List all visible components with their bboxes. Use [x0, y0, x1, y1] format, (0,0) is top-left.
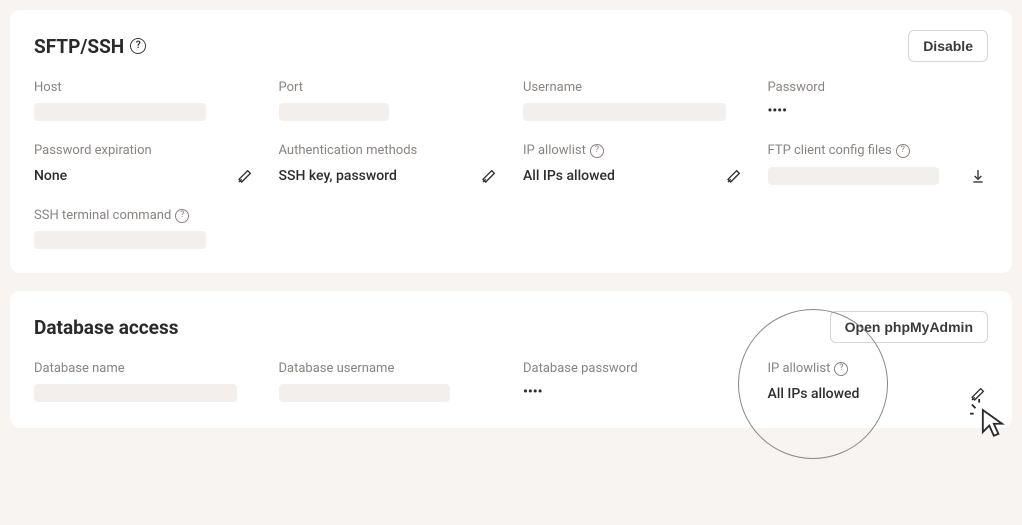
db-username-label: Database username — [279, 361, 500, 376]
host-value — [34, 103, 206, 121]
ftp-config-field: FTP client config files ? — [768, 143, 989, 186]
edit-db-ip-allowlist-button[interactable] — [968, 384, 988, 404]
sftp-fields-grid: Host Port Username Password •••• Passwor… — [34, 80, 988, 249]
port-value — [279, 103, 389, 121]
download-ftp-config-button[interactable] — [968, 166, 988, 186]
edit-auth-methods-button[interactable] — [479, 166, 499, 186]
pencil-icon — [726, 168, 742, 184]
password-expiration-label: Password expiration — [34, 143, 255, 158]
help-icon[interactable]: ? — [130, 38, 146, 54]
db-panel-title: Database access — [34, 316, 178, 339]
sftp-title-text: SFTP/SSH — [34, 35, 124, 58]
db-title-text: Database access — [34, 316, 178, 339]
db-panel-header: Database access Open phpMyAdmin — [34, 311, 988, 343]
db-name-label: Database name — [34, 361, 255, 376]
help-icon[interactable]: ? — [834, 362, 848, 376]
sftp-panel-title: SFTP/SSH ? — [34, 35, 146, 58]
ip-allowlist-value: All IPs allowed — [523, 168, 615, 184]
db-username-value — [279, 384, 451, 402]
ip-allowlist-field: IP allowlist ? All IPs allowed — [523, 143, 744, 186]
pencil-icon — [970, 386, 986, 402]
password-expiration-field: Password expiration None — [34, 143, 255, 186]
edit-ip-allowlist-button[interactable] — [724, 166, 744, 186]
ip-allowlist-label-text: IP allowlist — [523, 143, 586, 158]
auth-methods-field: Authentication methods SSH key, password — [279, 143, 500, 186]
ssh-cmd-label: SSH terminal command ? — [34, 208, 255, 223]
host-field: Host — [34, 80, 255, 121]
sftp-ssh-panel: SFTP/SSH ? Disable Host Port Username Pa… — [10, 10, 1012, 273]
help-icon[interactable]: ? — [175, 209, 189, 223]
db-name-field: Database name — [34, 361, 255, 404]
db-username-field: Database username — [279, 361, 500, 404]
db-password-field: Database password •••• — [523, 361, 744, 404]
pencil-icon — [481, 168, 497, 184]
ftp-config-label-text: FTP client config files — [768, 143, 892, 158]
password-value: •••• — [768, 103, 989, 119]
sftp-panel-header: SFTP/SSH ? Disable — [34, 30, 988, 62]
username-field: Username — [523, 80, 744, 121]
ftp-config-label: FTP client config files ? — [768, 143, 989, 158]
open-phpmyadmin-button[interactable]: Open phpMyAdmin — [830, 311, 988, 343]
password-field: Password •••• — [768, 80, 989, 121]
password-expiration-value: None — [34, 168, 67, 184]
database-access-panel: Database access Open phpMyAdmin Database… — [10, 291, 1012, 428]
db-ip-allowlist-label: IP allowlist ? — [768, 361, 989, 376]
disable-button[interactable]: Disable — [908, 30, 988, 62]
download-icon — [970, 168, 986, 184]
help-icon[interactable]: ? — [590, 144, 604, 158]
ssh-cmd-field: SSH terminal command ? — [34, 208, 255, 249]
help-icon[interactable]: ? — [896, 144, 910, 158]
ssh-cmd-label-text: SSH terminal command — [34, 208, 171, 223]
auth-methods-label: Authentication methods — [279, 143, 500, 158]
db-password-label: Database password — [523, 361, 744, 376]
db-ip-allowlist-label-text: IP allowlist — [768, 361, 831, 376]
db-fields-grid: Database name Database username Database… — [34, 361, 988, 404]
ftp-config-value — [768, 167, 940, 185]
ip-allowlist-label: IP allowlist ? — [523, 143, 744, 158]
db-password-value: •••• — [523, 384, 744, 400]
db-name-value — [34, 384, 237, 402]
host-label: Host — [34, 80, 255, 95]
db-ip-allowlist-value: All IPs allowed — [768, 386, 860, 402]
username-label: Username — [523, 80, 744, 95]
username-value — [523, 103, 726, 121]
port-label: Port — [279, 80, 500, 95]
db-ip-allowlist-field: IP allowlist ? All IPs allowed — [768, 361, 989, 404]
ssh-cmd-value — [34, 231, 206, 249]
pencil-icon — [237, 168, 253, 184]
password-label: Password — [768, 80, 989, 95]
edit-password-expiration-button[interactable] — [235, 166, 255, 186]
port-field: Port — [279, 80, 500, 121]
auth-methods-value: SSH key, password — [279, 168, 397, 184]
